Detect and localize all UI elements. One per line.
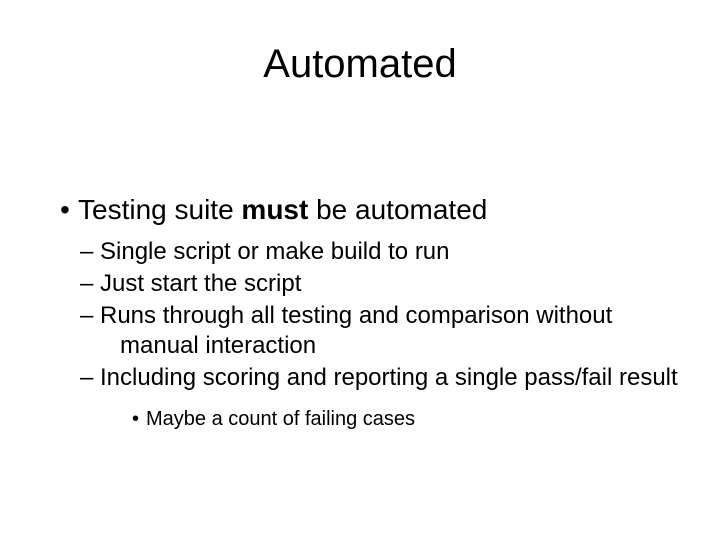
sub-bullet-group: – Single script or make build to run – J… [100, 237, 680, 432]
bullet-text-bold: must [241, 194, 308, 225]
sub-bullet-text: Single script or make build to run [100, 238, 450, 265]
bullet-level-1: •Testing suite must be automated [60, 192, 680, 227]
sub-sub-bullet-text: Maybe a count of failing cases [146, 408, 415, 430]
bullet-level-2: – Runs through all testing and compariso… [100, 301, 680, 361]
sub-bullet-text: Runs through all testing and comparison … [100, 302, 612, 359]
bullet-level-3: •Maybe a count of failing cases [132, 407, 680, 432]
sub-bullet-text: Including scoring and reporting a single… [100, 364, 678, 391]
bullet-level-2: – Including scoring and reporting a sing… [100, 363, 680, 393]
slide-title: Automated [0, 42, 720, 87]
slide-body: •Testing suite must be automated – Singl… [60, 192, 680, 432]
bullet-level-2: – Single script or make build to run [100, 237, 680, 267]
bullet-dot-icon: • [132, 407, 146, 432]
bullet-text-post: be automated [308, 194, 487, 225]
bullet-level-2: – Just start the script [100, 269, 680, 299]
sub-sub-bullet-group: •Maybe a count of failing cases [132, 407, 680, 432]
bullet-dot-icon: • [60, 192, 78, 227]
slide: Automated •Testing suite must be automat… [0, 42, 720, 540]
bullet-text-pre: Testing suite [78, 194, 241, 225]
sub-bullet-text: Just start the script [100, 270, 301, 297]
